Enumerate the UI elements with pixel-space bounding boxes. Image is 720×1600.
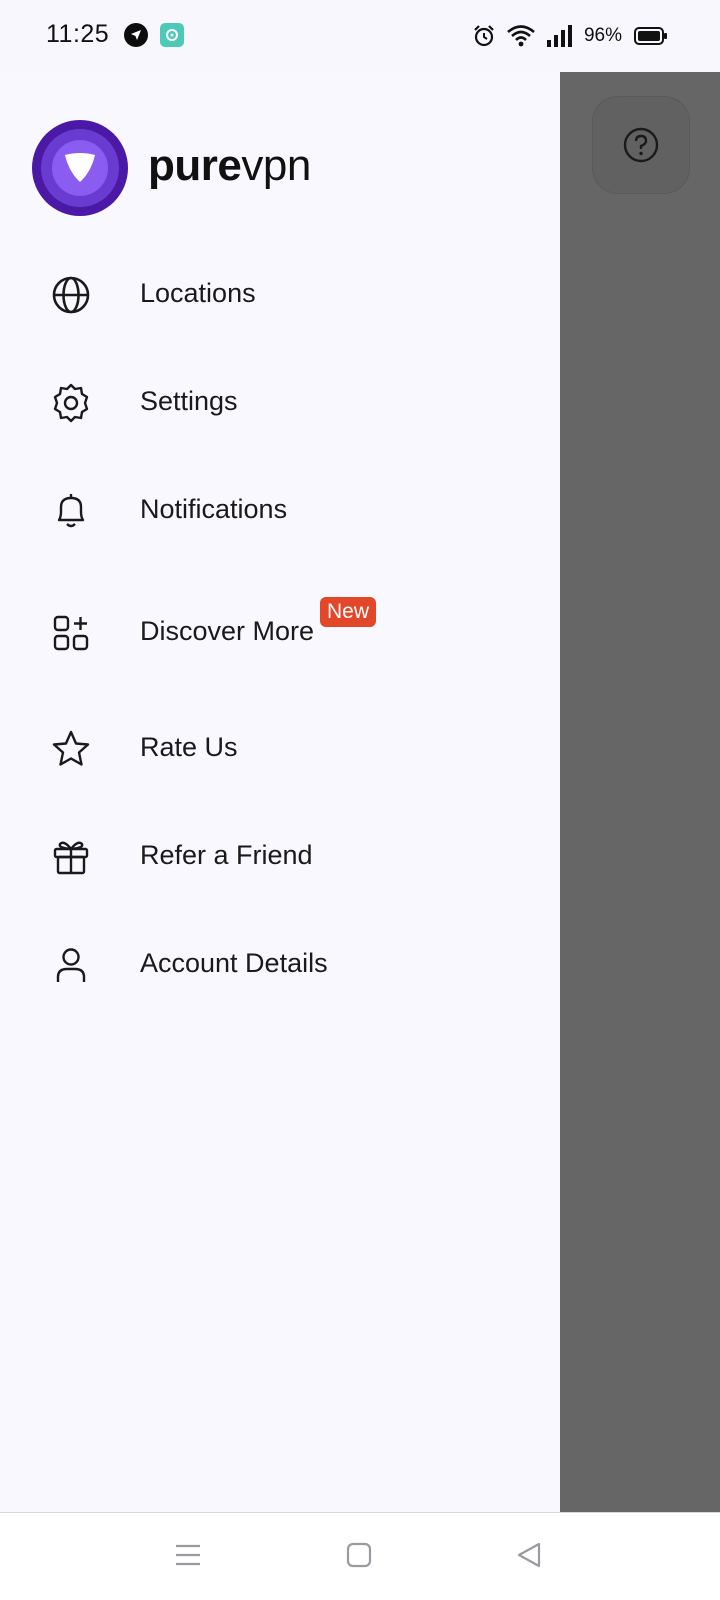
grid-plus-icon — [53, 615, 89, 651]
menu-label-account-details: Account Details — [140, 948, 328, 978]
status-bar: 11:25 96% — [0, 0, 720, 72]
recents-icon[interactable] — [174, 1541, 202, 1569]
telegram-icon — [124, 23, 148, 47]
menu-item-account-details[interactable]: Account Details — [0, 924, 560, 1004]
menu-label-notifications: Notifications — [140, 494, 288, 524]
menu-item-notifications[interactable]: Notifications — [0, 470, 560, 550]
signal-icon — [546, 25, 572, 47]
help-icon — [623, 127, 659, 163]
help-button[interactable] — [592, 96, 690, 194]
bell-icon — [57, 494, 85, 528]
status-time: 11:25 — [46, 20, 110, 48]
battery-icon — [634, 27, 667, 45]
battery-percent: 96% — [583, 25, 622, 46]
brand-name-light: vpn — [241, 141, 311, 190]
home-icon[interactable] — [345, 1541, 373, 1569]
new-badge: New — [320, 597, 377, 627]
user-icon — [56, 948, 86, 982]
menu-item-locations[interactable]: Locations — [0, 254, 560, 334]
menu-item-refer-a-friend[interactable]: Refer a Friend — [0, 816, 560, 896]
brand-wordmark: purevpn — [148, 136, 311, 196]
gift-icon — [53, 841, 89, 875]
alarm-icon — [474, 25, 494, 47]
menu-label-discover-more: Discover More — [140, 616, 315, 646]
system-nav-bar — [0, 1513, 720, 1600]
brand-name-bold: pure — [148, 141, 242, 190]
back-icon[interactable] — [515, 1541, 543, 1569]
globe-icon — [52, 276, 90, 314]
status-icons: 96% — [472, 22, 668, 50]
app-icon — [160, 23, 184, 47]
menu-item-discover-more[interactable]: Discover More New — [0, 592, 560, 672]
menu-label-settings: Settings — [140, 386, 238, 416]
drawer-scrim[interactable] — [560, 56, 720, 1512]
menu-label-locations: Locations — [140, 278, 256, 308]
purevpn-logo — [32, 120, 128, 216]
wifi-icon — [507, 25, 535, 47]
menu-label-rate-us: Rate Us — [140, 732, 238, 762]
menu-item-settings[interactable]: Settings — [0, 362, 560, 442]
menu-item-rate-us[interactable]: Rate Us — [0, 708, 560, 788]
menu-label-refer-a-friend: Refer a Friend — [140, 840, 313, 870]
star-icon — [52, 730, 90, 766]
navigation-drawer: purevpn Locations Settings Notifications — [0, 56, 560, 1512]
gear-icon — [53, 383, 89, 423]
